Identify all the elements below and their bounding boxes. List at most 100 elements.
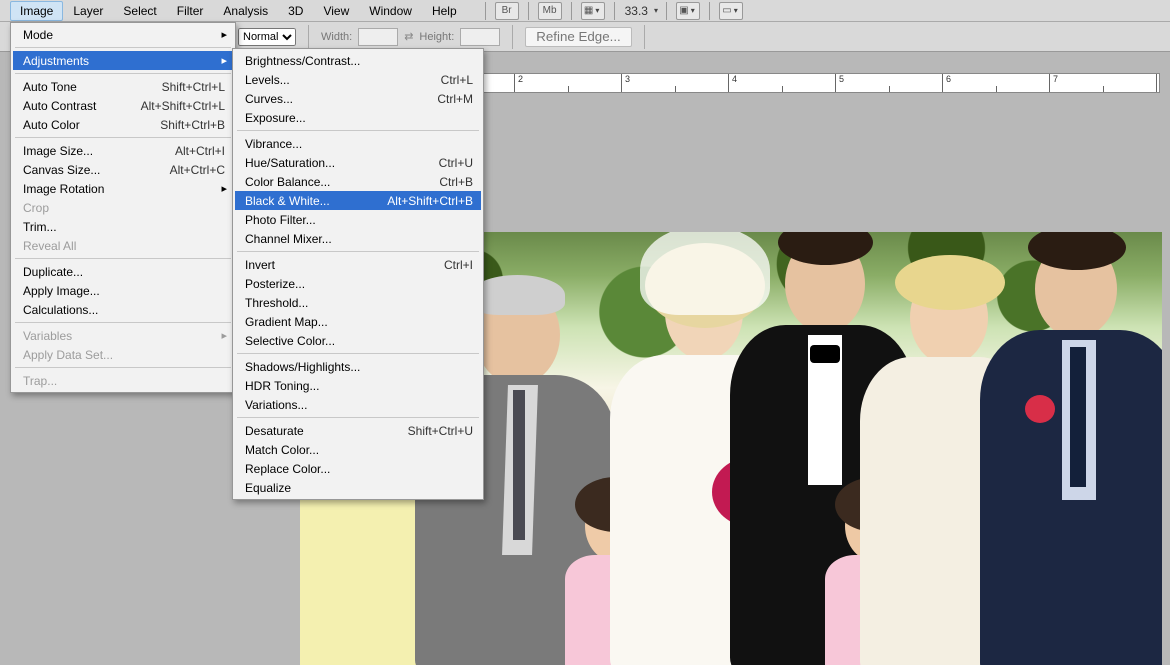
- bridge-button[interactable]: Br: [495, 2, 519, 20]
- image-menu-item-separator: [15, 258, 231, 259]
- width-field[interactable]: [358, 28, 398, 46]
- adjustments-item-invert[interactable]: InvertCtrl+I: [235, 255, 481, 274]
- height-field[interactable]: [460, 28, 500, 46]
- image-menu-item-label: Calculations...: [23, 303, 225, 317]
- adjustments-item-hue-saturation[interactable]: Hue/Saturation...Ctrl+U: [235, 153, 481, 172]
- menu-filter[interactable]: Filter: [167, 1, 214, 21]
- adjustments-item-threshold[interactable]: Threshold...: [235, 293, 481, 312]
- adjustments-item-equalize[interactable]: Equalize: [235, 478, 481, 497]
- adjustments-item-curves[interactable]: Curves...Ctrl+M: [235, 89, 481, 108]
- menu-view[interactable]: View: [313, 1, 359, 21]
- image-menu-item-label: Duplicate...: [23, 265, 225, 279]
- adjustments-item-levels[interactable]: Levels...Ctrl+L: [235, 70, 481, 89]
- adjustments-item-shortcut: Alt+Shift+Ctrl+B: [369, 194, 473, 208]
- menu-3d[interactable]: 3D: [278, 1, 313, 21]
- adjustments-item-label: Threshold...: [245, 296, 473, 310]
- adjustments-item-replace-color[interactable]: Replace Color...: [235, 459, 481, 478]
- adjustments-item-shadows-highlights[interactable]: Shadows/Highlights...: [235, 357, 481, 376]
- adjustments-item-label: HDR Toning...: [245, 379, 473, 393]
- image-menu-item-mode[interactable]: Mode: [13, 25, 233, 44]
- image-menu-item-label: Apply Image...: [23, 284, 225, 298]
- menu-analysis[interactable]: Analysis: [213, 1, 278, 21]
- adjustments-item-label: Curves...: [245, 92, 419, 106]
- image-menu-item-shortcut: Shift+Ctrl+B: [142, 118, 225, 132]
- toolbar-separator: [528, 2, 529, 20]
- adjustments-item-label: Color Balance...: [245, 175, 421, 189]
- image-menu-item-auto-tone[interactable]: Auto ToneShift+Ctrl+L: [13, 77, 233, 96]
- image-menu-item-image-rotation[interactable]: Image Rotation: [13, 179, 233, 198]
- adjustments-item-label: Brightness/Contrast...: [245, 54, 473, 68]
- adjustments-item-label: Replace Color...: [245, 462, 473, 476]
- image-menu-item-separator: [15, 137, 231, 138]
- toolbar-separator: [571, 2, 572, 20]
- refine-edge-button[interactable]: Refine Edge...: [525, 27, 631, 47]
- adjustments-item-selective-color[interactable]: Selective Color...: [235, 331, 481, 350]
- image-menu-item-canvas-size[interactable]: Canvas Size...Alt+Ctrl+C: [13, 160, 233, 179]
- adjustments-item-channel-mixer[interactable]: Channel Mixer...: [235, 229, 481, 248]
- ruler-tick: 5: [836, 74, 943, 92]
- menu-select[interactable]: Select: [113, 1, 166, 21]
- adjustments-item-label: Hue/Saturation...: [245, 156, 421, 170]
- adjustments-item-label: Levels...: [245, 73, 423, 87]
- adjustments-item-desaturate[interactable]: DesaturateShift+Ctrl+U: [235, 421, 481, 440]
- adjustments-item-vibrance[interactable]: Vibrance...: [235, 134, 481, 153]
- adjustments-item-separator: [237, 130, 479, 131]
- image-menu-item-adjustments[interactable]: Adjustments: [13, 51, 233, 70]
- image-menu-item-apply-image[interactable]: Apply Image...: [13, 281, 233, 300]
- ruler-tick: 2: [515, 74, 622, 92]
- menu-image[interactable]: Image: [10, 1, 63, 21]
- menubar-items: ImageLayerSelectFilterAnalysis3DViewWind…: [10, 1, 467, 21]
- adjustments-item-brightness-contrast[interactable]: Brightness/Contrast...: [235, 51, 481, 70]
- view-extras-button[interactable]: ▦▾: [581, 2, 605, 20]
- adjustments-item-label: Shadows/Highlights...: [245, 360, 473, 374]
- adjustments-item-posterize[interactable]: Posterize...: [235, 274, 481, 293]
- adjustments-item-hdr-toning[interactable]: HDR Toning...: [235, 376, 481, 395]
- adjustments-item-label: Desaturate: [245, 424, 390, 438]
- image-menu-item-label: Image Rotation: [23, 182, 225, 196]
- image-menu-item-label: Reveal All: [23, 239, 225, 253]
- screen-mode-button[interactable]: ▭▾: [719, 2, 743, 20]
- adjustments-item-exposure[interactable]: Exposure...: [235, 108, 481, 127]
- image-menu-item-duplicate[interactable]: Duplicate...: [13, 262, 233, 281]
- adjustments-item-photo-filter[interactable]: Photo Filter...: [235, 210, 481, 229]
- image-menu-item-auto-color[interactable]: Auto ColorShift+Ctrl+B: [13, 115, 233, 134]
- image-menu-item-label: Auto Contrast: [23, 99, 123, 113]
- image-menu-item-shortcut: Alt+Ctrl+C: [152, 163, 225, 177]
- image-menu-item-label: Auto Tone: [23, 80, 144, 94]
- adjustments-item-color-balance[interactable]: Color Balance...Ctrl+B: [235, 172, 481, 191]
- image-menu-item-image-size[interactable]: Image Size...Alt+Ctrl+I: [13, 141, 233, 160]
- minibridge-button[interactable]: Mb: [538, 2, 562, 20]
- adjustments-item-match-color[interactable]: Match Color...: [235, 440, 481, 459]
- arrange-documents-button[interactable]: ▣▾: [676, 2, 700, 20]
- menu-help[interactable]: Help: [422, 1, 467, 21]
- image-menu-item-label: Variables: [23, 329, 225, 343]
- image-menu-item-variables: Variables: [13, 326, 233, 345]
- width-label: Width:: [321, 31, 352, 43]
- adjustments-submenu: Brightness/Contrast...Levels...Ctrl+LCur…: [232, 48, 484, 500]
- adjustments-item-label: Equalize: [245, 481, 473, 495]
- height-label: Height:: [419, 31, 454, 43]
- image-menu-dropdown: ModeAdjustmentsAuto ToneShift+Ctrl+LAuto…: [10, 22, 236, 393]
- photo-person: [980, 265, 1160, 665]
- image-menu-item-label: Adjustments: [23, 54, 225, 68]
- swap-dimensions-icon[interactable]: ⇄: [404, 30, 413, 43]
- adjustments-item-label: Photo Filter...: [245, 213, 473, 227]
- options-divider: [512, 25, 513, 49]
- adjustments-item-label: Invert: [245, 258, 426, 272]
- blend-mode-select[interactable]: Normal: [238, 28, 296, 46]
- adjustments-item-variations[interactable]: Variations...: [235, 395, 481, 414]
- image-menu-item-auto-contrast[interactable]: Auto ContrastAlt+Shift+Ctrl+L: [13, 96, 233, 115]
- menu-layer[interactable]: Layer: [63, 1, 113, 21]
- zoom-level[interactable]: 33.3: [621, 4, 652, 18]
- adjustments-item-label: Selective Color...: [245, 334, 473, 348]
- adjustments-item-gradient-map[interactable]: Gradient Map...: [235, 312, 481, 331]
- menu-window[interactable]: Window: [359, 1, 422, 21]
- ruler-tick: 8: [1157, 74, 1160, 92]
- image-menu-item-trim[interactable]: Trim...: [13, 217, 233, 236]
- adjustments-item-black-white[interactable]: Black & White...Alt+Shift+Ctrl+B: [235, 191, 481, 210]
- zoom-dropdown-icon[interactable]: ▾: [652, 6, 660, 15]
- adjustments-item-separator: [237, 353, 479, 354]
- image-menu-item-calculations[interactable]: Calculations...: [13, 300, 233, 319]
- toolbar-separator: [614, 2, 615, 20]
- image-menu-item-shortcut: Shift+Ctrl+L: [144, 80, 225, 94]
